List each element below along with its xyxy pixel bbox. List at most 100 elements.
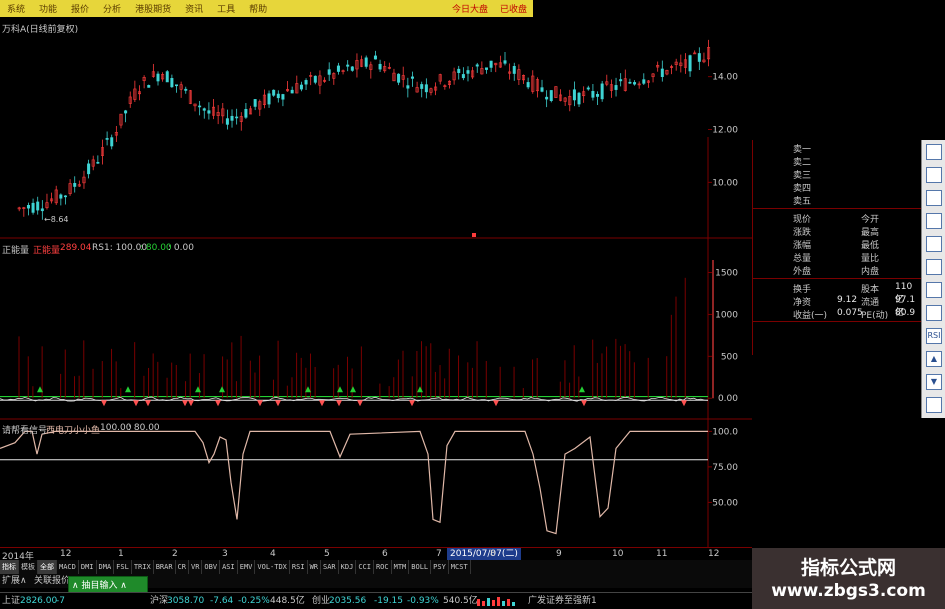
candle-body (327, 69, 331, 75)
indicator-tab[interactable]: BRAR (154, 560, 176, 574)
indicator-tab[interactable]: DMA (97, 560, 115, 574)
menu-alert[interactable]: 已收盘 (494, 2, 533, 15)
candle-body (198, 105, 202, 108)
indicator-tab[interactable]: WR (308, 560, 321, 574)
candle-body (600, 83, 604, 100)
candle-body (457, 68, 461, 73)
osc-line (0, 430, 708, 535)
quote-divider (753, 278, 921, 279)
indicator-tab[interactable]: MACD (57, 560, 79, 574)
menu-item[interactable]: 工具 (210, 2, 242, 15)
quote-row: 现价 今开 (753, 212, 921, 225)
popup-title[interactable]: ∧ 抽目输入 ∧ (72, 578, 127, 591)
candle-body (225, 118, 229, 125)
window-icon[interactable] (926, 236, 942, 252)
menu-item[interactable]: 系统 (0, 2, 32, 15)
indicator-tab[interactable]: PSY (431, 560, 449, 574)
indicator-tab[interactable]: MTM (392, 560, 410, 574)
price-low-marker: ←8.64 (44, 215, 69, 224)
rsi-icon[interactable]: RSI (926, 328, 942, 344)
table-icon[interactable] (926, 259, 942, 275)
sell-signal-marker (145, 400, 151, 407)
indicator-tab[interactable]: OBV (202, 560, 221, 574)
indicator-tab[interactable]: TRIX (132, 560, 154, 574)
buy-signal-marker (219, 386, 225, 393)
menu-item[interactable]: 报价 (64, 2, 96, 15)
candle-body (378, 63, 382, 70)
chart-icon[interactable] (926, 144, 942, 160)
indicator-tab[interactable]: VOL-TDX (255, 560, 290, 574)
candle-body (63, 195, 67, 198)
date-tick: 6 (382, 549, 388, 559)
list-icon[interactable] (926, 167, 942, 183)
ask-label: 卖二 (793, 158, 812, 168)
axis-tick-label: 1500 (715, 269, 738, 279)
indicator-tab[interactable]: VR (189, 560, 203, 574)
candle-body (688, 55, 692, 72)
candle-body (235, 116, 239, 119)
ask-row: 卖一 (753, 142, 921, 155)
menu-item[interactable]: 分析 (96, 2, 128, 15)
menu-item[interactable]: 资讯 (178, 2, 210, 15)
date-tick: 9 (556, 549, 562, 559)
candle-body (105, 138, 109, 140)
related-quote-tab[interactable]: 关联报价 (34, 574, 70, 588)
grid-icon[interactable] (926, 190, 942, 206)
menu-item[interactable]: 帮助 (242, 2, 274, 15)
menu-bar: 系统 功能 报价 分析 港股期货 资讯 工具 帮助 今日大盘 已收盘 (0, 0, 533, 17)
date-tick: 4 (270, 549, 276, 559)
indicator-tab[interactable]: BOLL (409, 560, 432, 574)
date-tick: 5 (324, 549, 330, 559)
fin-label: 换手 (793, 285, 812, 295)
indicator-tab[interactable]: RSI (290, 560, 308, 574)
indicator-tab[interactable]: CR (176, 560, 189, 574)
indicator-tab[interactable]: ROC (374, 560, 392, 574)
indicator-tab[interactable]: 模板 (19, 560, 38, 574)
candle-body (424, 84, 428, 93)
date-tick: 2 (172, 549, 178, 559)
indicator-tab[interactable]: DMI (79, 560, 97, 574)
indicator-tab[interactable]: FSL (114, 560, 132, 574)
candle-body (267, 93, 271, 105)
bar-icon[interactable] (926, 397, 942, 413)
indicator-tab[interactable]: KDJ (339, 560, 357, 574)
quote-panel: 卖一 卖二 卖三 卖四 卖五 现价 今开 涨跌 最高 涨幅 最低 总量 量比 外盘 内盘 换手 股本 110亿 净资… (752, 140, 921, 355)
fin-row: 收益(一) 0.075 PE(动) 80.9 (753, 308, 921, 321)
candle-body (73, 183, 77, 187)
candle-body (642, 79, 646, 84)
indicator-tab[interactable]: ASI (220, 560, 238, 574)
indicator-tab[interactable]: 全部 (38, 560, 57, 574)
indicator-tab[interactable]: SAR (321, 560, 339, 574)
cy-amount: 540.5亿 (443, 596, 478, 606)
axis-tick-label: 1000 (715, 310, 738, 320)
indicator-tab[interactable]: MCST (449, 560, 471, 574)
arrow-up-icon[interactable]: ▲ (926, 351, 942, 367)
sell-signal-marker (188, 400, 194, 407)
expand-tab[interactable]: 扩展∧ (2, 574, 27, 588)
window-icon[interactable] (926, 213, 942, 229)
candle-body (526, 82, 530, 88)
date-tick: 7 (436, 549, 442, 559)
candle-body (466, 70, 470, 74)
menu-item[interactable]: 港股期货 (128, 2, 178, 15)
osc-v2: : 80.00 (128, 423, 160, 433)
candle-body (96, 161, 100, 164)
menu-alert[interactable]: 今日大盘 (446, 2, 494, 15)
sell-signal-marker (101, 400, 107, 407)
candle-body (299, 84, 303, 90)
candle-body (281, 94, 285, 100)
arrow-down-icon[interactable]: ▼ (926, 374, 942, 390)
bar-icon[interactable] (926, 282, 942, 298)
indicator-tab[interactable]: CCI (356, 560, 374, 574)
hs-change: -7.64 (210, 596, 234, 606)
ask-row: 卖四 (753, 181, 921, 194)
menu-item[interactable]: 功能 (32, 2, 64, 15)
candle-body (545, 96, 549, 100)
indicator-tab[interactable]: EMV (238, 560, 256, 574)
ask-row: 卖三 (753, 168, 921, 181)
indicator-tab[interactable]: 指标 (0, 560, 19, 574)
bar-icon[interactable] (926, 305, 942, 321)
status-bar: 上证 2826.00 -7 沪深 3058.70 -7.64 -0.25% 44… (0, 592, 752, 609)
axis-tick-label: 50.00 (712, 498, 738, 508)
watermark-url: www.zbgs3.com (771, 581, 926, 601)
